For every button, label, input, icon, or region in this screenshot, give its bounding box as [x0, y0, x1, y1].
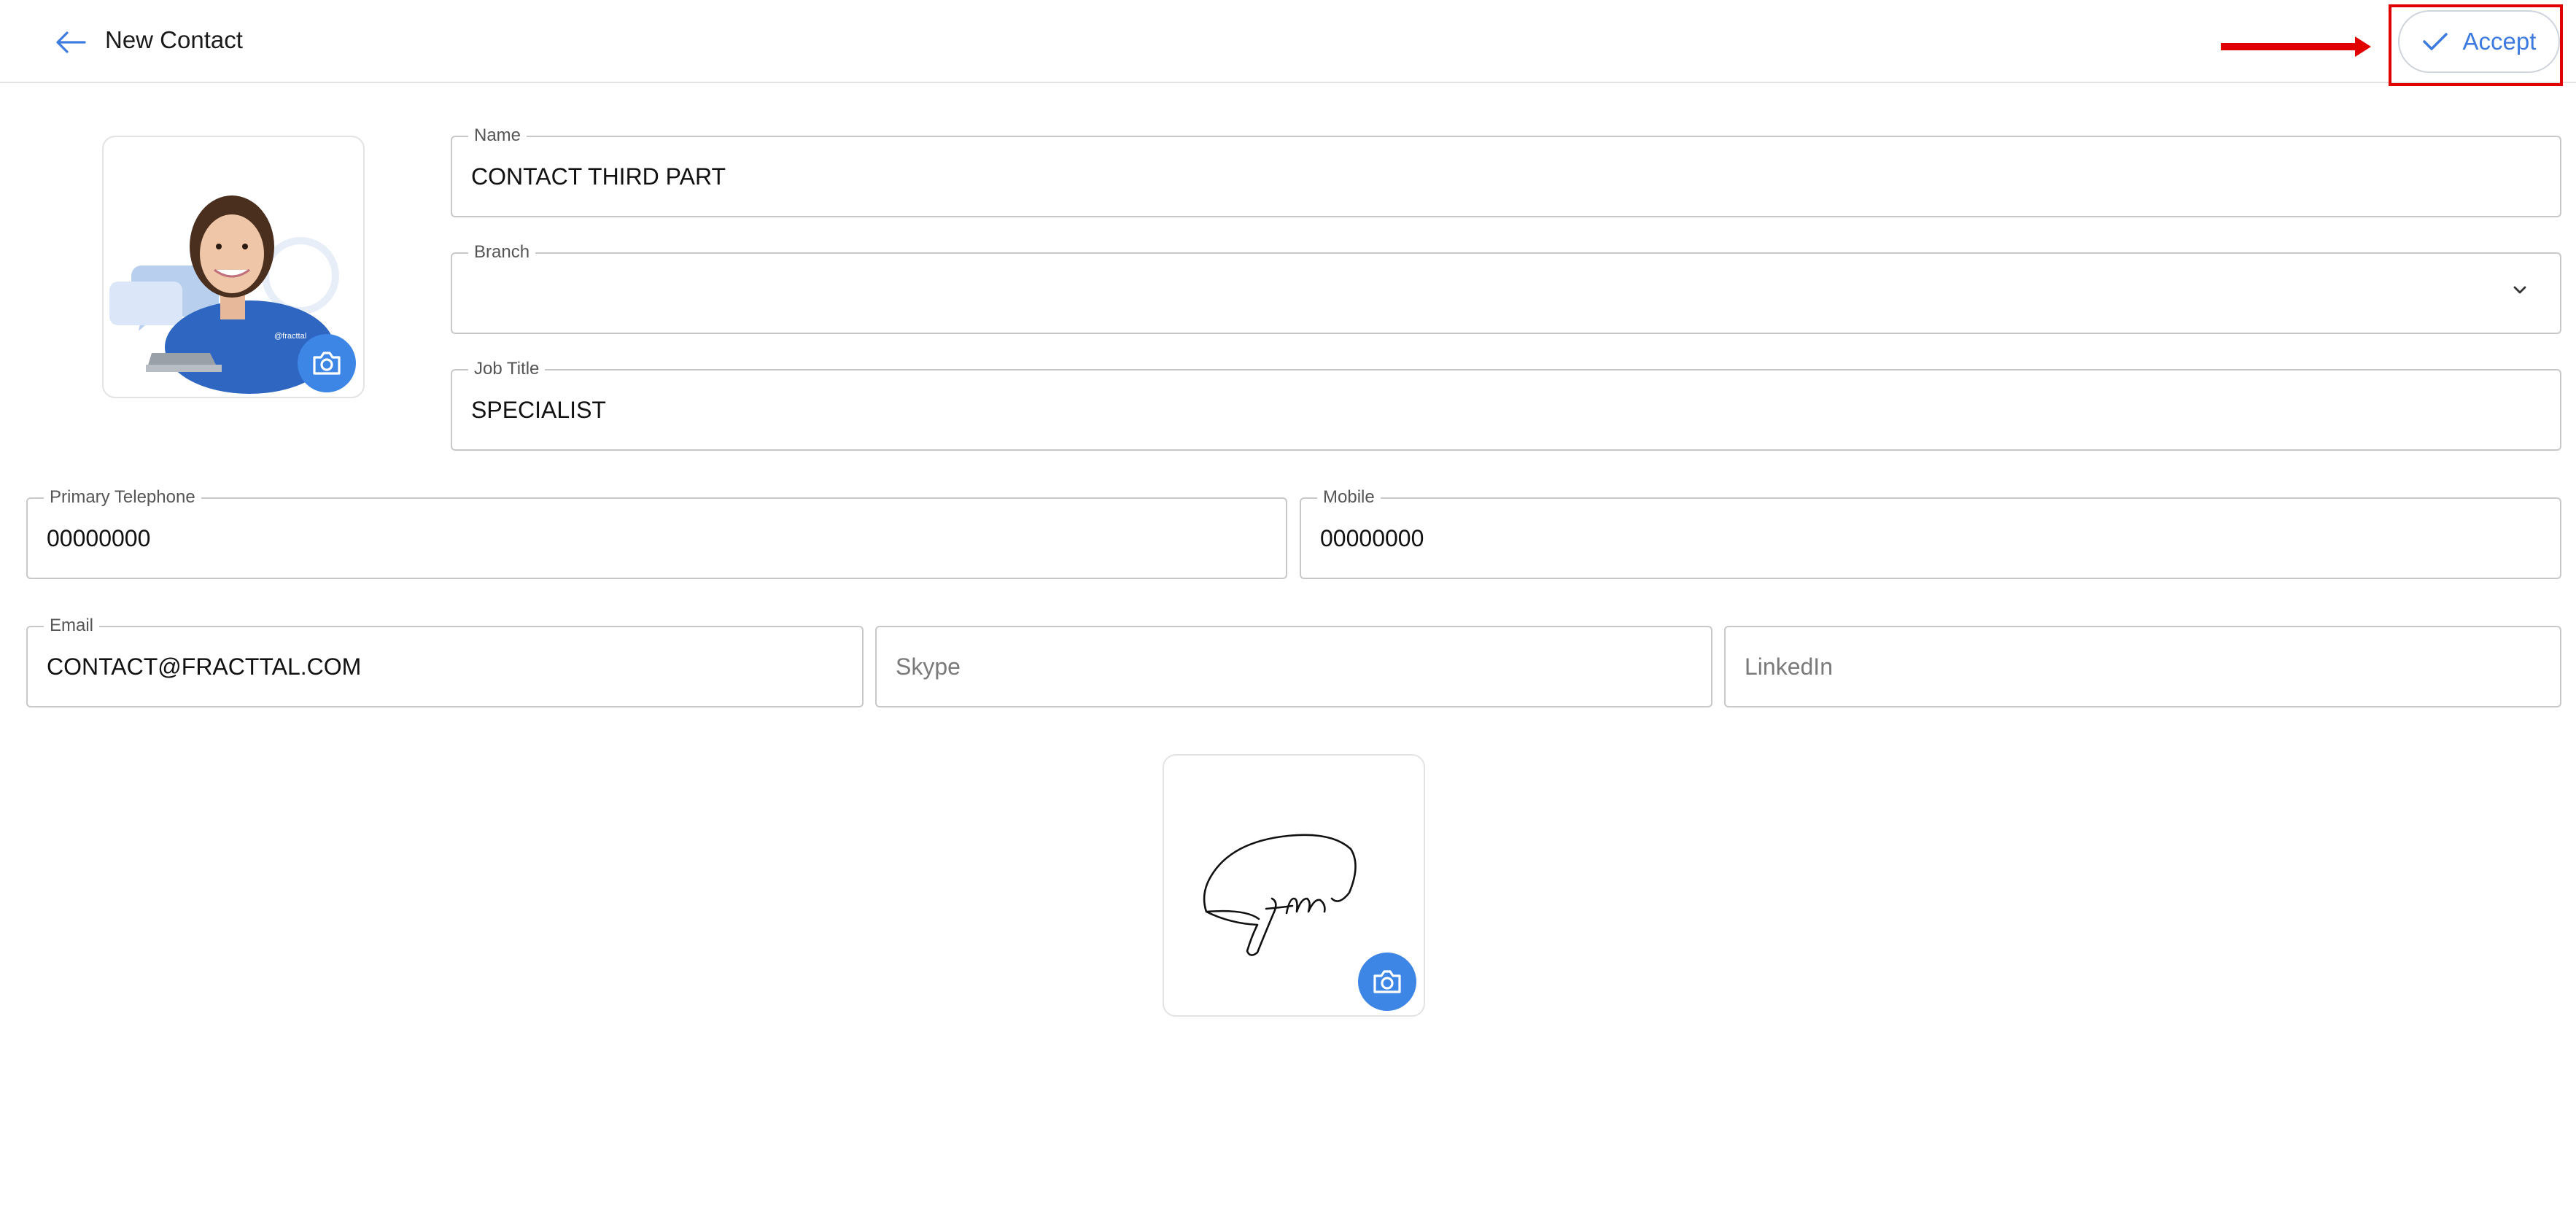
arrow-left-icon	[56, 31, 86, 53]
primary-telephone-input[interactable]	[47, 499, 1267, 578]
chevron-down-icon[interactable]	[2509, 283, 2531, 298]
email-field: Email	[26, 616, 864, 707]
check-icon	[2422, 33, 2448, 50]
skype-field	[875, 626, 1712, 707]
email-input[interactable]	[47, 627, 843, 706]
change-photo-button[interactable]	[298, 334, 356, 392]
skype-input[interactable]	[896, 627, 1692, 706]
linkedin-field	[1724, 626, 2561, 707]
accept-label: Accept	[2462, 28, 2537, 55]
camera-icon	[313, 352, 341, 375]
name-input[interactable]	[471, 137, 2541, 216]
top-bar: New Contact Accept	[0, 0, 2576, 86]
mobile-field: Mobile	[1300, 487, 2561, 579]
back-button[interactable]	[45, 22, 96, 63]
job-title-input[interactable]	[471, 371, 2541, 449]
shirt-logo: @fracttal	[274, 332, 306, 341]
primary-telephone-field: Primary Telephone	[26, 487, 1287, 579]
change-signature-button[interactable]	[1358, 953, 1416, 1011]
name-field: Name	[451, 125, 2561, 217]
branch-select[interactable]	[471, 254, 2487, 333]
job-title-field: Job Title	[451, 359, 2561, 451]
mobile-input[interactable]	[1320, 499, 2541, 578]
signature-card	[1163, 754, 1425, 1017]
branch-field[interactable]: Branch	[451, 242, 2561, 334]
annotation-arrow	[2221, 36, 2371, 57]
linkedin-input[interactable]	[1745, 627, 2541, 706]
contact-photo-card: @fracttal	[102, 136, 365, 398]
accept-button[interactable]: Accept	[2398, 10, 2560, 73]
camera-icon	[1373, 970, 1401, 993]
page-title: New Contact	[105, 26, 243, 53]
